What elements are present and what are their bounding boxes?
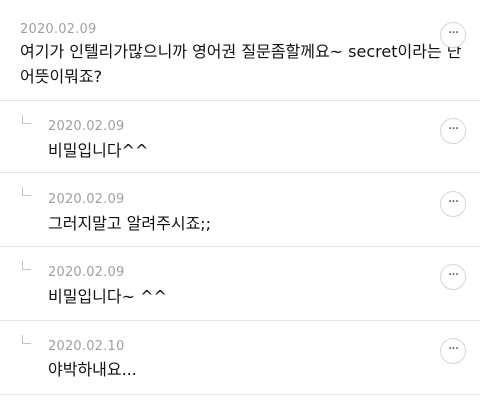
reply-indent-icon [22,187,31,196]
more-dots-icon: ··· [447,267,459,283]
reply-item: 2020.02.09 그러지말고 알려주시죠;; ··· [0,173,480,247]
reply-date: 2020.02.09 [48,192,125,207]
more-options-button[interactable]: ··· [440,264,466,290]
more-dots-icon: ··· [447,121,459,137]
more-dots-icon: ··· [447,194,459,210]
reply-item: 2020.02.09 비밀입니다~ ^^ ··· [0,247,480,321]
comment-text-line2: 어뜻이뭐죠? [20,67,103,86]
more-dots-icon: ··· [447,341,459,357]
reply-text: 그러지말고 알려주시죠;; [48,214,212,233]
more-options-button[interactable]: ··· [440,22,466,48]
reply-date: 2020.02.09 [48,119,125,134]
reply-indent-icon [22,335,31,344]
reply-indent-icon [22,261,31,270]
more-options-button[interactable]: ··· [440,191,466,217]
more-options-button[interactable]: ··· [440,118,466,144]
reply-item: 2020.02.09 비밀입니다^^ ··· [0,101,480,173]
comment-item: 2020.02.09 여기가 인텔리가많으니까 영어권 질문좀할께요~ secr… [0,0,480,101]
reply-text: 야박하내요... [48,360,137,379]
reply-text: 비밀입니다~ ^^ [48,287,167,306]
more-options-button[interactable]: ··· [440,338,466,364]
reply-indent-icon [22,115,31,124]
reply-date: 2020.02.09 [48,265,125,280]
reply-item: 2020.02.10 야박하내요... ··· [0,321,480,395]
reply-text: 비밀입니다^^ [48,141,149,160]
reply-date: 2020.02.10 [48,339,125,354]
more-dots-icon: ··· [447,25,459,41]
comment-text-line1: 여기가 인텔리가많으니까 영어권 질문좀할께요~ secret이라는 단 [20,42,462,61]
comment-date: 2020.02.09 [20,22,97,37]
